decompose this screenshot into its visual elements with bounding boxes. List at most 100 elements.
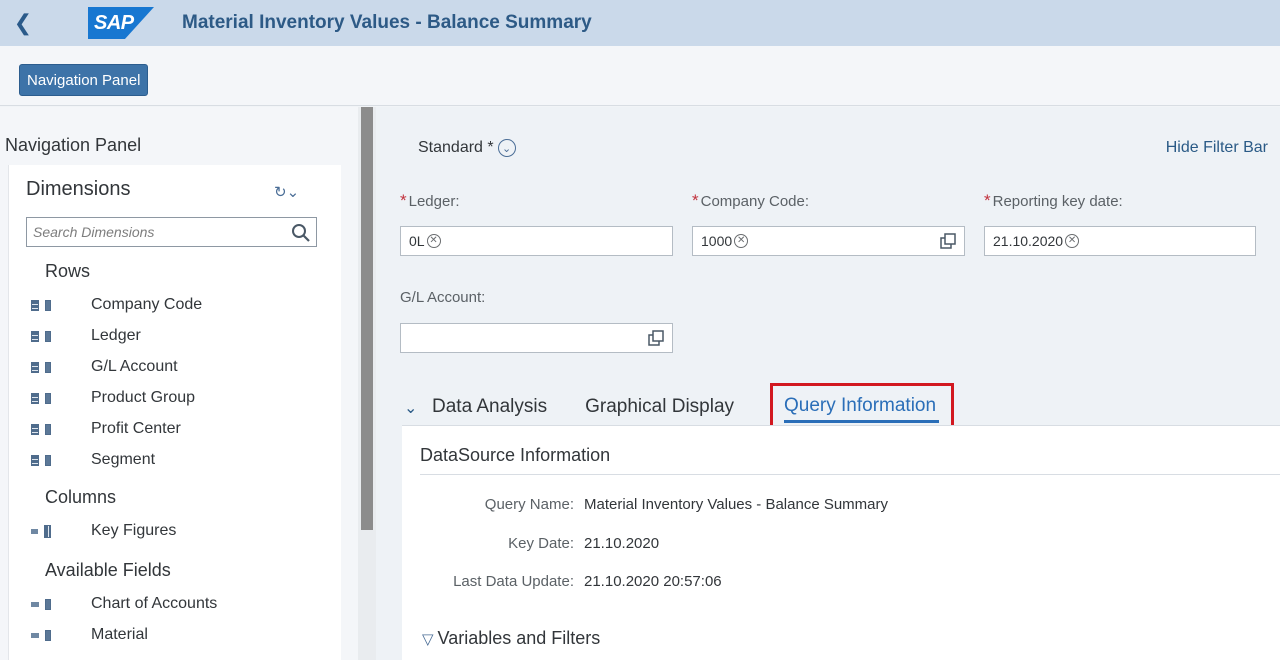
last-data-update-label: Last Data Update: — [453, 573, 574, 590]
column-layout-icon — [45, 361, 51, 373]
row-layout-icon — [31, 361, 40, 373]
available-fields-title: Available Fields — [45, 560, 171, 580]
key-date-token[interactable]: 21.10.2020 ✕ — [993, 233, 1080, 249]
available-field-chart-of-accounts[interactable] — [31, 592, 51, 616]
row-field-profit-center[interactable] — [31, 417, 51, 441]
active-tab-indicator — [784, 420, 939, 423]
tab-data-analysis[interactable]: Data Analysis — [432, 396, 547, 425]
tab-query-information[interactable]: Query Information — [770, 383, 954, 429]
value-help-icon[interactable] — [940, 233, 957, 250]
reporting-key-date-label: * Reporting key date: — [984, 191, 1123, 211]
hide-filter-bar-link[interactable]: Hide Filter Bar — [1166, 139, 1268, 157]
key-date-value: 21.10.2020 — [584, 535, 660, 552]
row-field-company-code[interactable] — [31, 293, 51, 317]
columns-section-title: Columns — [45, 487, 117, 507]
company-code-input[interactable]: 1000 ✕ — [692, 226, 965, 256]
row-field-product-group[interactable] — [31, 386, 51, 410]
remove-token-icon[interactable]: ✕ — [426, 234, 441, 248]
query-name-label: Query Name: — [484, 496, 574, 513]
pane-splitter[interactable] — [358, 107, 376, 660]
row-layout-icon — [31, 601, 39, 607]
dimensions-box: Dimensions ↻⌄ Rows Company Code Ledger G… — [8, 165, 341, 660]
column-layout-icon — [45, 330, 51, 342]
row-layout-icon — [31, 632, 39, 638]
gl-account-input[interactable] — [400, 323, 673, 353]
company-code-label-text: Company Code: — [700, 193, 810, 210]
value-help-icon[interactable] — [648, 330, 665, 347]
column-layout-icon — [45, 423, 51, 435]
key-date-label: Key Date: — [508, 535, 574, 552]
back-button[interactable]: ❮ — [0, 0, 46, 46]
datasource-info-title: DataSource Information — [420, 445, 611, 465]
splitter-scrollbar[interactable] — [361, 107, 373, 530]
row-layout-icon — [31, 423, 40, 435]
field-label[interactable]: Material — [91, 626, 148, 644]
sap-logo[interactable]: SAP — [88, 7, 154, 39]
field-label[interactable]: G/L Account — [91, 358, 178, 376]
navigation-panel-title: Navigation Panel — [5, 135, 142, 155]
field-label[interactable]: Profit Center — [91, 420, 181, 438]
company-code-label: * Company Code: — [692, 191, 809, 211]
divider — [420, 474, 1280, 475]
search-icon[interactable] — [291, 223, 311, 243]
navigation-panel-button[interactable]: Navigation Panel — [19, 64, 149, 96]
dimensions-title: Dimensions — [26, 178, 131, 200]
ledger-token-text: 0L — [409, 233, 425, 249]
row-field-gl-account[interactable] — [31, 355, 51, 379]
available-field-material[interactable] — [31, 623, 51, 647]
page-toolbar: Navigation Panel — [0, 46, 1280, 106]
company-code-token[interactable]: 1000 ✕ — [701, 233, 749, 249]
row-layout-icon — [31, 392, 40, 404]
tab-graphical-display[interactable]: Graphical Display — [585, 396, 734, 425]
chevron-down-icon[interactable]: ⌄ — [497, 139, 516, 157]
search-dimensions-input[interactable] — [33, 224, 288, 240]
variant-selector[interactable]: Standard * ⌄ — [418, 139, 516, 157]
shell-bar: ❮ SAP Material Inventory Values - Balanc… — [0, 0, 1280, 46]
column-layout-icon — [45, 299, 51, 311]
row-layout-icon — [31, 528, 38, 534]
filter-icon: ▽ — [422, 630, 434, 648]
column-field-key-figures[interactable] — [31, 519, 51, 543]
remove-token-icon[interactable]: ✕ — [1065, 234, 1080, 248]
tab-query-information-label: Query Information — [784, 395, 937, 416]
tab-bar: ⌄ Data Analysis Graphical Display Query … — [404, 383, 1280, 429]
main-content: Standard * ⌄ Hide Filter Bar * Ledger: 0L… — [376, 107, 1280, 660]
field-label[interactable]: Company Code — [91, 296, 202, 314]
remove-token-icon[interactable]: ✕ — [734, 234, 749, 248]
required-marker: * — [400, 191, 407, 210]
variant-label: Standard * — [418, 139, 494, 156]
field-label[interactable]: Ledger — [91, 327, 141, 345]
column-layout-icon — [45, 392, 51, 404]
rows-section-title: Rows — [45, 261, 91, 281]
navigation-panel: Navigation Panel Dimensions ↻⌄ Rows Comp… — [0, 107, 358, 660]
key-date-token-text: 21.10.2020 — [993, 233, 1064, 249]
row-layout-icon — [31, 299, 40, 311]
ledger-input[interactable]: 0L ✕ — [400, 226, 673, 256]
column-layout-icon — [45, 454, 51, 466]
ledger-label-text: Ledger: — [408, 193, 460, 210]
query-information-panel: DataSource Information Query Name: Mater… — [402, 425, 1280, 660]
required-marker: * — [984, 191, 991, 210]
app-title: Material Inventory Values - Balance Summ… — [182, 12, 592, 33]
dimension-settings-icon[interactable]: ↻⌄ — [274, 183, 299, 201]
company-code-token-text: 1000 — [701, 233, 733, 249]
reporting-key-date-input[interactable]: 21.10.2020 ✕ — [984, 226, 1256, 256]
row-field-ledger[interactable] — [31, 324, 51, 348]
search-dimensions-field — [26, 217, 317, 247]
ledger-token[interactable]: 0L ✕ — [409, 233, 441, 249]
field-label[interactable]: Key Figures — [91, 522, 176, 540]
chevron-left-icon: ❮ — [13, 10, 33, 35]
row-layout-icon — [31, 454, 40, 466]
field-label[interactable]: Chart of Accounts — [91, 595, 217, 613]
field-label[interactable]: Segment — [91, 451, 155, 469]
collapse-chevron-icon[interactable]: ⌄ — [404, 398, 432, 425]
field-label[interactable]: Product Group — [91, 389, 195, 407]
last-data-update-value: 21.10.2020 20:57:06 — [584, 573, 722, 590]
row-field-segment[interactable] — [31, 448, 51, 472]
ledger-label: * Ledger: — [400, 191, 460, 211]
column-layout-icon — [44, 524, 51, 538]
variables-and-filters-title: Variables and Filters — [437, 628, 601, 648]
row-layout-icon — [31, 330, 40, 342]
variables-and-filters-section[interactable]: ▽ Variables and Filters — [422, 628, 600, 649]
column-layout-icon — [45, 598, 51, 610]
